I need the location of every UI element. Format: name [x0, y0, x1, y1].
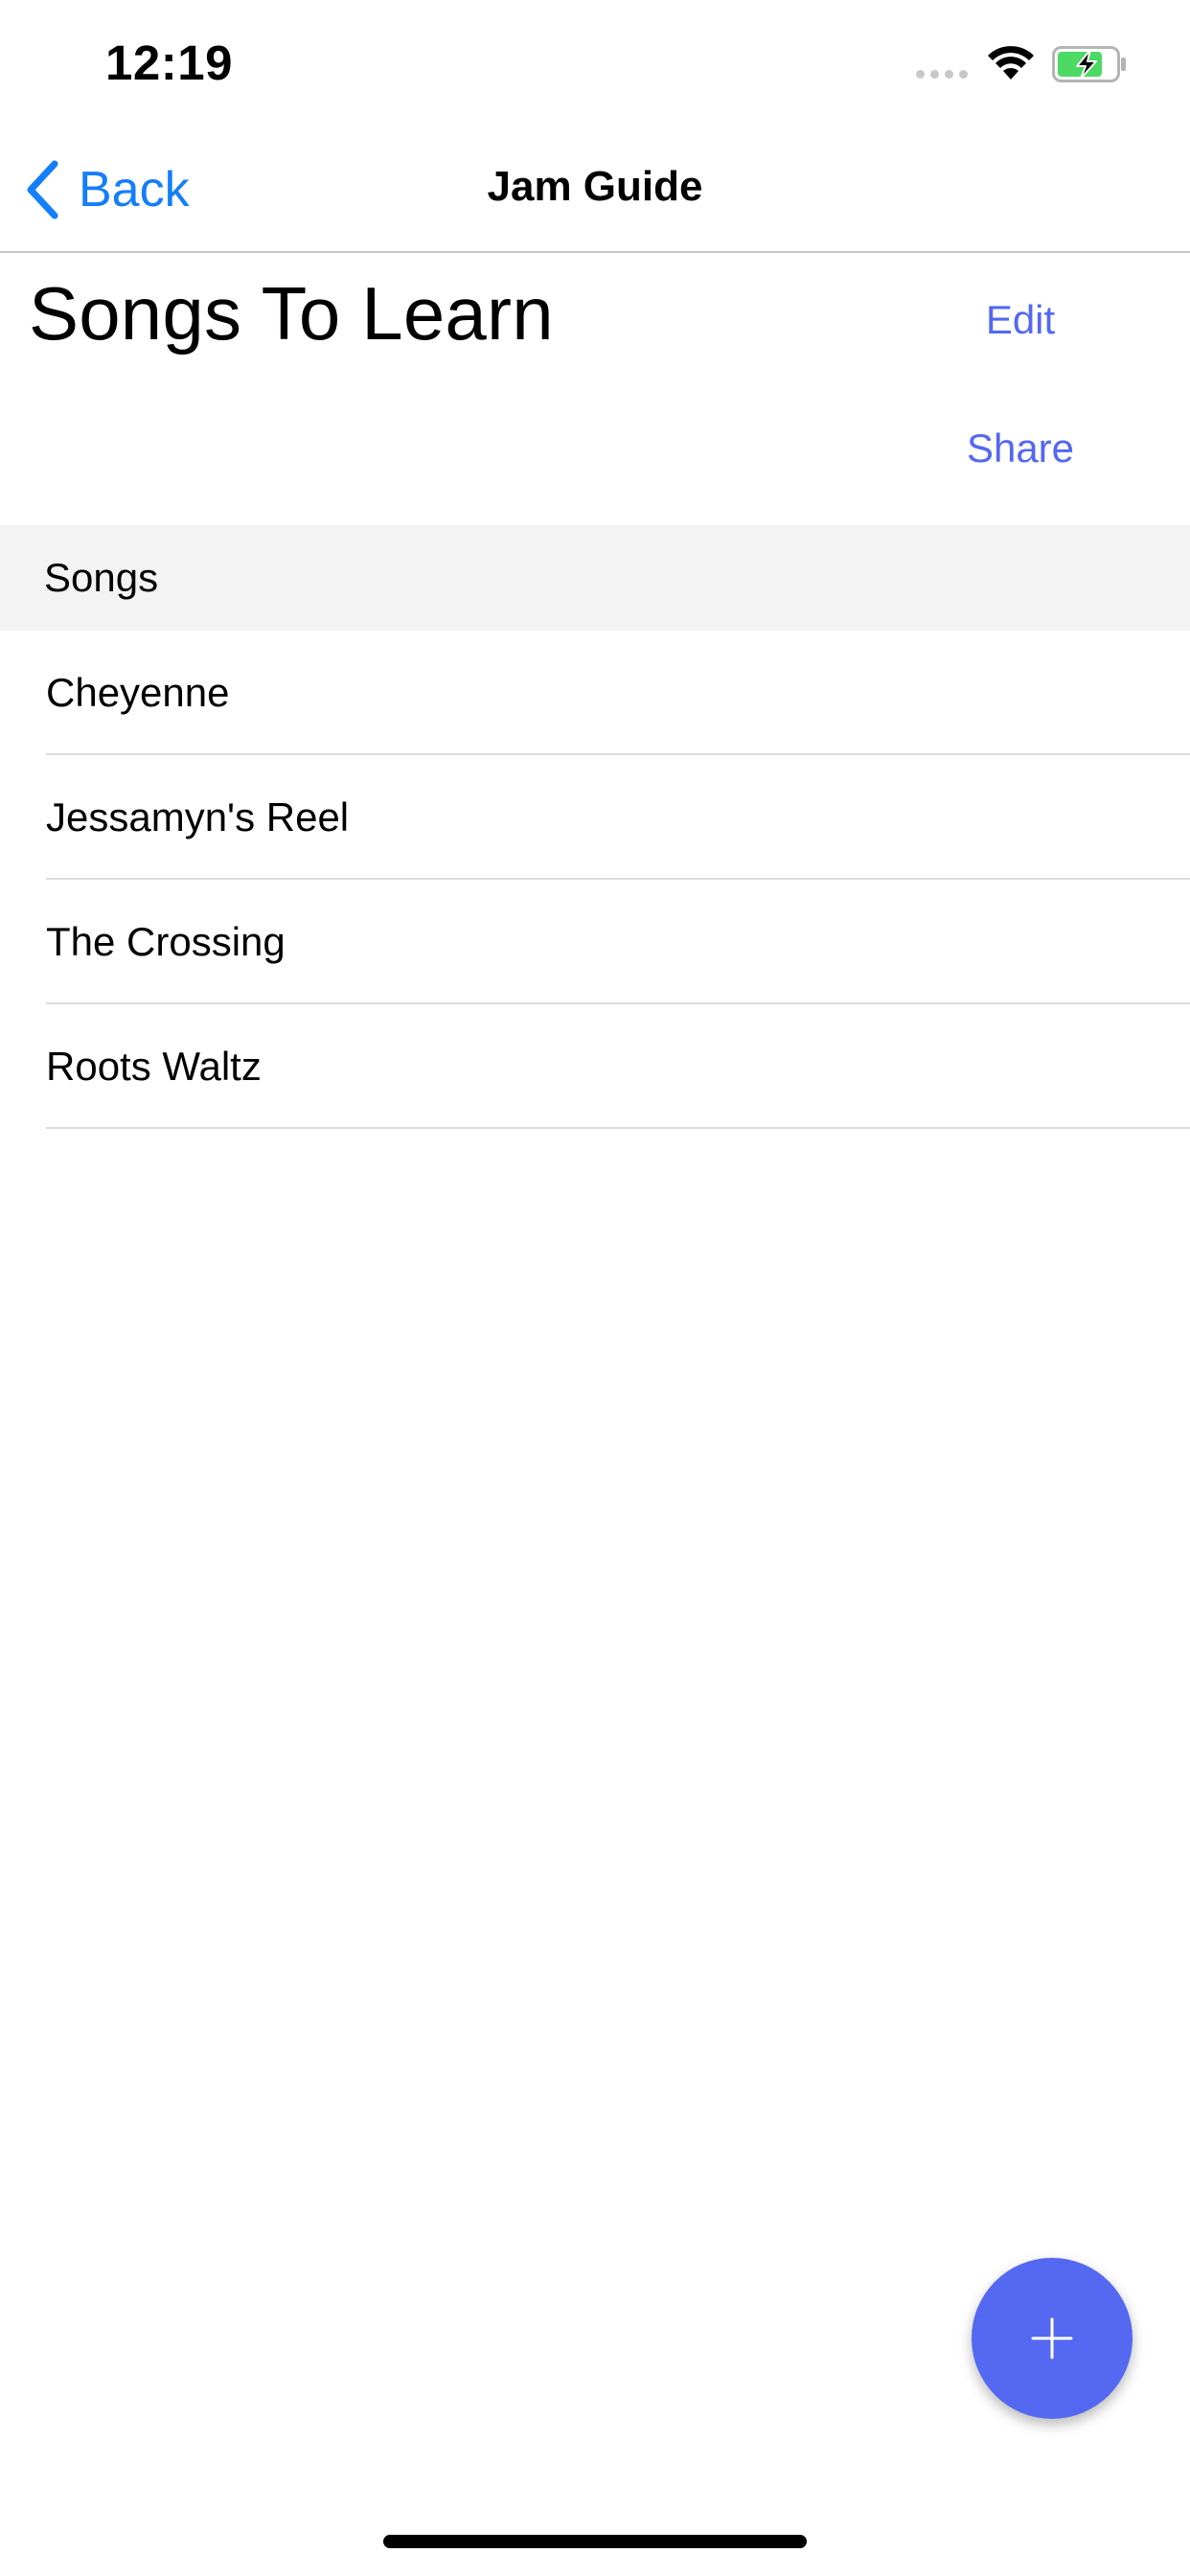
page-title: Songs To Learn [29, 271, 554, 356]
nav-title: Jam Guide [487, 163, 703, 210]
list-item[interactable]: Roots Waltz [0, 1004, 1190, 1129]
add-song-button[interactable] [972, 2258, 1133, 2419]
signal-dots-icon [916, 70, 968, 79]
battery-charging-icon [1052, 46, 1126, 82]
song-list: Cheyenne Jessamyn's Reel The Crossing Ro… [0, 631, 1190, 1129]
plus-icon [1031, 2317, 1073, 2359]
edit-button[interactable]: Edit [977, 297, 1064, 343]
list-item[interactable]: The Crossing [0, 880, 1190, 1004]
screen: 12:19 Back Jam Guide Songs To Learn Edit… [0, 0, 1190, 2576]
wifi-icon [988, 46, 1034, 80]
list-item[interactable]: Cheyenne [0, 631, 1190, 755]
status-time: 12:19 [105, 35, 233, 90]
status-bar: 12:19 [0, 0, 1190, 126]
section-header: Songs [0, 525, 1190, 631]
navigation-bar: Back Jam Guide [0, 126, 1190, 253]
home-indicator [383, 2535, 807, 2548]
share-button[interactable]: Share [953, 426, 1087, 472]
list-item[interactable]: Jessamyn's Reel [0, 755, 1190, 880]
